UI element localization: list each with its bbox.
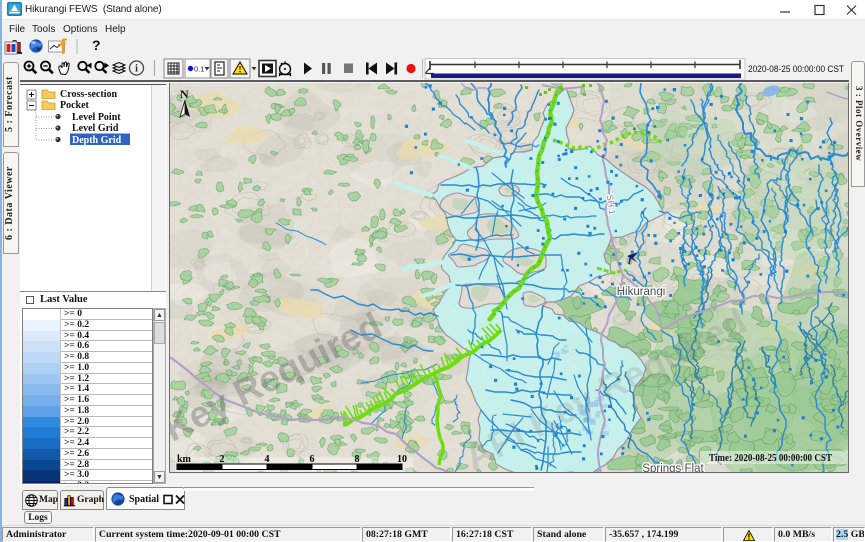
svg-text:N: N bbox=[180, 87, 189, 101]
svg-text:Springs Flat: Springs Flat bbox=[642, 463, 704, 473]
svg-text:0.1: 0.1 bbox=[194, 65, 204, 74]
svg-text:4: 4 bbox=[265, 454, 270, 465]
svg-text:km: km bbox=[177, 454, 192, 465]
svg-text:2: 2 bbox=[220, 454, 225, 465]
svg-text:2020-08-25 00:00:00 CST: 2020-08-25 00:00:00 CST bbox=[748, 64, 844, 75]
svg-text:Time: 2020-08-25 00:00:00 CST: Time: 2020-08-25 00:00:00 CST bbox=[709, 452, 833, 464]
svg-text:6: 6 bbox=[310, 454, 315, 465]
svg-text:!: ! bbox=[239, 65, 242, 75]
svg-text:i: i bbox=[135, 64, 138, 75]
svg-text:8: 8 bbox=[355, 454, 360, 465]
svg-text:10: 10 bbox=[397, 454, 407, 465]
svg-text:Hikurangi: Hikurangi bbox=[617, 286, 666, 298]
